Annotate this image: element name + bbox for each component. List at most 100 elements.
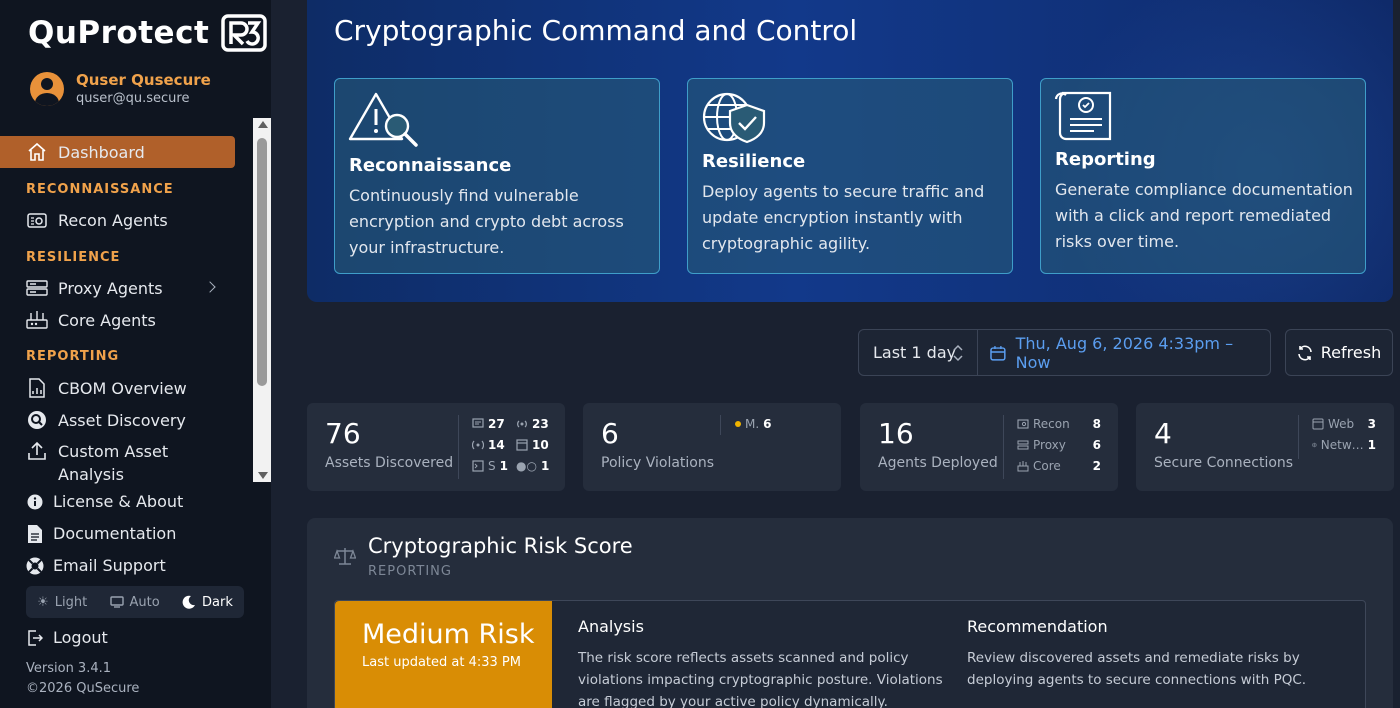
version-text: Version 3.4.1 (26, 661, 112, 676)
theme-dark-option[interactable]: Dark (182, 595, 233, 610)
analysis-text: The risk score reflects assets scanned a… (578, 650, 943, 708)
theme-dark-label: Dark (202, 594, 233, 610)
sidebar-item-cbom-overview[interactable]: CBOM Overview (0, 377, 187, 399)
mini-stat-label: M. (745, 417, 760, 431)
mini-stat: Web 3 (1312, 417, 1376, 431)
date-picker[interactable]: Thu, Aug 6, 2026 4:33pm – Now (978, 334, 1270, 372)
email-support-link[interactable]: Email Support (26, 556, 166, 575)
risk-panel-subtitle: REPORTING (368, 564, 452, 579)
card-text: Generate compliance documentation with a… (1055, 180, 1353, 251)
license-about-link[interactable]: License & About (26, 492, 183, 511)
moon-icon (182, 595, 195, 609)
theme-auto-option[interactable]: Auto (109, 594, 160, 610)
theme-light-option[interactable]: ☀ Light (37, 595, 87, 610)
divider (720, 415, 721, 435)
feature-card-reconnaissance[interactable]: Reconnaissance Continuously find vulnera… (334, 78, 660, 274)
stat-card-connections[interactable]: 4 Secure Connections Web 3 Netw… 1 (1136, 403, 1394, 491)
mini-stat: ●○ 1 (516, 459, 549, 473)
mini-stat-label: Core (1033, 459, 1061, 473)
mini-stat-value: 23 (532, 417, 549, 431)
mini-stat-value: 27 (488, 417, 505, 431)
refresh-label: Refresh (1320, 343, 1382, 362)
sidebar-item-recon-agents[interactable]: Recon Agents (0, 209, 168, 231)
stat-value: 16 (878, 417, 914, 450)
core-icon (1017, 461, 1029, 472)
stat-card-assets[interactable]: 76 Assets Discovered 27 23 14 10 S 1 ●○ … (307, 403, 565, 491)
range-select-value: Last 1 day (873, 343, 957, 362)
sidebar-item-label: Asset Discovery (58, 410, 186, 430)
user-name: Quser Qusecure (76, 71, 211, 89)
scroll-up-arrow-icon[interactable] (258, 121, 268, 128)
copyright-text: ©2026 QuSecure (26, 681, 140, 696)
mini-stat-value: 3 (1367, 417, 1376, 431)
documentation-link[interactable]: Documentation (26, 524, 176, 543)
mini-stat-value: 1 (499, 459, 508, 473)
logout-link[interactable]: Logout (26, 628, 108, 647)
theme-toggle: ☀ Light Auto Dark (26, 586, 244, 618)
feature-card-reporting[interactable]: Reporting Generate compliance documentat… (1040, 78, 1366, 274)
scroll-thumb[interactable] (257, 138, 267, 386)
stat-card-violations[interactable]: 6 Policy Violations M. 6 (583, 403, 841, 491)
user-profile[interactable]: Quser Qusecure quser@qu.secure (30, 70, 211, 108)
r3-logo-icon (221, 14, 268, 52)
mini-stat-value: 2 (1092, 459, 1101, 473)
mini-stat-value: 1 (1367, 438, 1376, 452)
range-select[interactable]: Last 1 day (859, 330, 978, 375)
scale-icon (334, 548, 356, 565)
sidebar-item-dashboard[interactable]: Dashboard (0, 136, 235, 168)
mini-stat: Recon 8 (1017, 417, 1101, 431)
recommendation-text: Review discovered assets and remediate r… (967, 650, 1307, 688)
web-icon (1312, 418, 1324, 430)
sidebar-item-asset-discovery[interactable]: Asset Discovery (0, 409, 186, 431)
lifebuoy-icon (26, 557, 44, 575)
sidebar-item-core-agents[interactable]: Core Agents (0, 309, 156, 331)
mini-stat: 10 (516, 438, 549, 452)
documentation-label: Documentation (53, 524, 177, 543)
feature-card-resilience[interactable]: Resilience Deploy agents to secure traff… (687, 78, 1013, 274)
document-chart-icon (26, 377, 48, 399)
sidebar-item-label: CBOM Overview (58, 378, 187, 398)
risk-summary: Medium Risk Last updated at 4:33 PM Anal… (334, 600, 1366, 708)
stat-value: 76 (325, 417, 361, 450)
refresh-button[interactable]: Refresh (1285, 329, 1393, 376)
recon-icon (1017, 419, 1029, 429)
certificate-icon (472, 418, 484, 428)
mini-stat: 23 (516, 417, 549, 431)
mini-stat: 14 (472, 438, 505, 452)
mini-stat: Netw… 1 (1312, 438, 1376, 452)
scroll-down-arrow-icon[interactable] (258, 472, 268, 479)
stat-label: Secure Connections (1154, 455, 1294, 471)
globe-shield-icon (702, 92, 766, 144)
risk-updated: Last updated at 4:33 PM (362, 655, 521, 670)
section-reconnaissance: RECONNAISSANCE (26, 182, 174, 197)
mini-stat-label: Netw… (1320, 438, 1364, 452)
brand-logo[interactable]: QuProtect (28, 14, 268, 52)
document-icon (26, 524, 44, 543)
card-title: Reconnaissance (349, 155, 512, 176)
card-text: Deploy agents to secure traffic and upda… (702, 182, 985, 253)
card-title: Resilience (702, 151, 806, 172)
page-title: Cryptographic Command and Control (334, 14, 858, 47)
severity-dot-icon (735, 421, 741, 427)
sidebar-item-proxy-agents[interactable]: Proxy Agents (0, 277, 235, 299)
mini-stat-value: 8 (1092, 417, 1101, 431)
calendar-icon (990, 345, 1006, 361)
sidebar-nav: Dashboard RECONNAISSANCE Recon Agents RE… (0, 118, 271, 484)
stat-card-agents[interactable]: 16 Agents Deployed Recon 8 Proxy 6 Core … (860, 403, 1118, 491)
mini-stat-value: 6 (1092, 438, 1101, 452)
sidebar-scrollbar[interactable] (253, 118, 271, 482)
risk-level-badge: Medium Risk Last updated at 4:33 PM (335, 601, 552, 708)
sun-icon: ☀ (37, 594, 49, 610)
mini-stat-value: 10 (532, 438, 549, 452)
mini-stat: Core 2 (1017, 459, 1101, 473)
signal-icon (517, 420, 527, 428)
sidebar-item-custom-asset-analysis[interactable]: Custom Asset Analysis (0, 440, 168, 486)
mini-stat: S 1 (472, 459, 508, 473)
broadcast-icon (472, 440, 484, 450)
chevron-right-icon[interactable] (204, 281, 216, 293)
analysis-heading: Analysis (578, 617, 644, 636)
theme-auto-label: Auto (129, 594, 160, 610)
terminal-icon (472, 460, 484, 472)
mini-stat-label: S (488, 459, 496, 473)
mini-stat-label: Proxy (1033, 438, 1066, 452)
